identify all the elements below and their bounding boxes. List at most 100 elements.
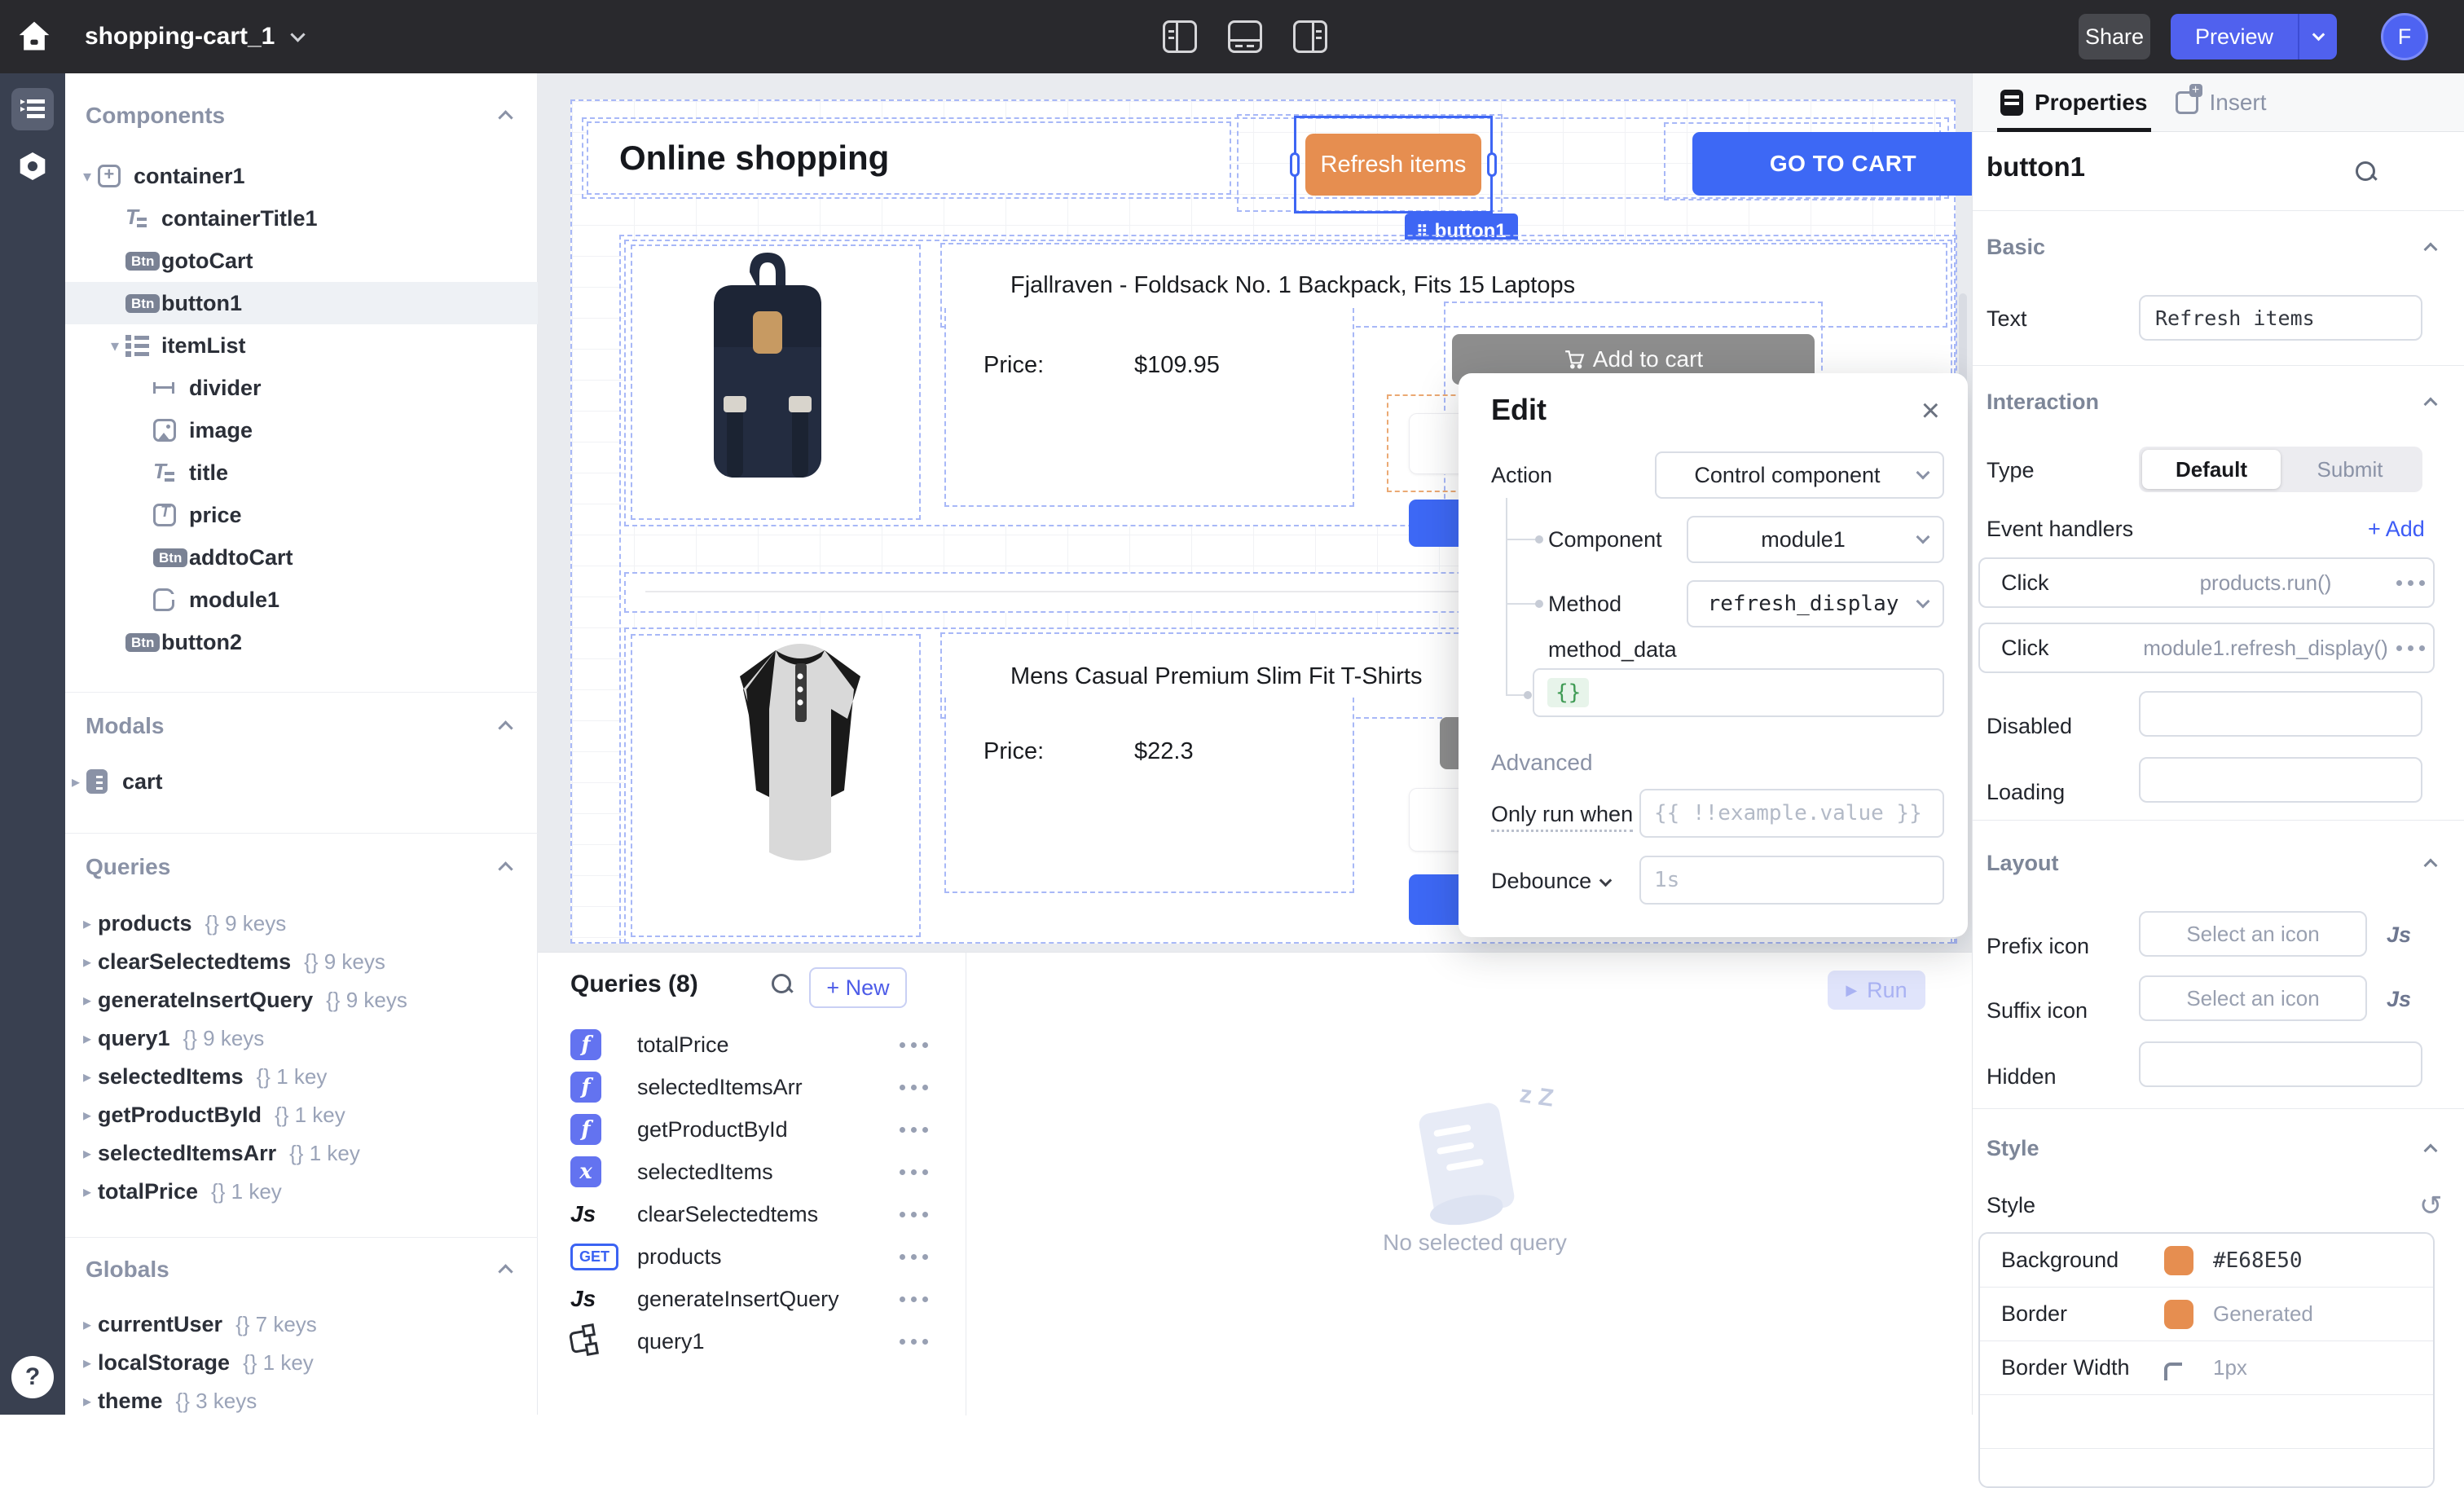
color-swatch[interactable] xyxy=(2164,1300,2193,1329)
tree-item[interactable]: image xyxy=(65,409,538,451)
avatar[interactable]: F xyxy=(2381,13,2428,60)
style-reset-icon[interactable]: ↺ xyxy=(2419,1190,2443,1222)
hidden-input[interactable] xyxy=(2139,1041,2422,1087)
disabled-input[interactable] xyxy=(2139,691,2422,737)
basic-collapse-icon[interactable] xyxy=(2424,243,2438,257)
help-icon[interactable]: ? xyxy=(11,1356,54,1398)
style-row-background[interactable]: Background #E68E50 xyxy=(1980,1234,2433,1288)
row-menu-icon[interactable] xyxy=(911,1127,917,1133)
type-submit-option[interactable]: Submit xyxy=(2281,450,2419,489)
state-hexagon-icon[interactable] xyxy=(11,145,54,187)
query-list-item[interactable]: Js clearSelectedtems xyxy=(538,1193,966,1235)
only-run-when-input[interactable]: {{ !!example.value }} xyxy=(1639,789,1944,838)
global-state-item[interactable]: ▸ localStorage {} 1 key xyxy=(65,1344,538,1382)
global-state-item[interactable]: ▸ currentUser {} 7 keys xyxy=(65,1305,538,1344)
method-select[interactable]: refresh_display xyxy=(1687,580,1944,627)
row-menu-icon[interactable] xyxy=(911,1339,917,1345)
modals-collapse-icon[interactable] xyxy=(498,720,513,735)
tree-item[interactable]: Btn button1 xyxy=(65,282,538,324)
go-to-cart-button[interactable]: GO TO CART xyxy=(1692,132,1972,196)
debounce-input[interactable]: 1s xyxy=(1639,856,1944,905)
suffix-js-toggle[interactable]: Js xyxy=(2387,987,2411,1012)
globals-collapse-icon[interactable] xyxy=(498,1264,513,1279)
event-handler-row[interactable]: Click products.run() xyxy=(1978,557,2435,608)
color-swatch[interactable] xyxy=(2164,1246,2193,1275)
component-tree-icon[interactable] xyxy=(11,88,54,130)
tree-item[interactable]: divider xyxy=(65,367,538,409)
query-list-item[interactable]: x selectedItems xyxy=(538,1151,966,1193)
tree-item[interactable]: Btn gotoCart xyxy=(65,240,538,282)
row-menu-icon[interactable] xyxy=(911,1296,917,1302)
query-list-item[interactable]: f getProductById xyxy=(538,1108,966,1151)
style-row-border-width[interactable]: Border Width 1px xyxy=(1980,1341,2433,1395)
queries-panel: Queries (8) + New f totalPrice f selecte… xyxy=(538,952,1972,1415)
row-menu-icon[interactable] xyxy=(911,1042,917,1048)
resize-handle-right[interactable] xyxy=(1487,152,1497,177)
new-query-button[interactable]: + New xyxy=(809,967,907,1008)
row-menu-icon[interactable] xyxy=(911,1254,917,1260)
modal-item-cart[interactable]: ▸ cart xyxy=(65,760,538,803)
query-list-item[interactable]: query1 xyxy=(538,1320,966,1363)
query-list-item[interactable]: Js generateInsertQuery xyxy=(538,1278,966,1320)
query-state-item[interactable]: ▸ generateInsertQuery {} 9 keys xyxy=(65,981,538,1019)
text-input[interactable]: Refresh items xyxy=(2139,295,2422,341)
toggle-left-panel-icon[interactable] xyxy=(1163,20,1197,53)
prefix-js-toggle[interactable]: Js xyxy=(2387,922,2411,948)
handler-menu-icon[interactable] xyxy=(2408,645,2413,651)
query-state-item[interactable]: ▸ products {} 9 keys xyxy=(65,905,538,943)
search-icon[interactable] xyxy=(2356,161,2377,183)
query-state-item[interactable]: ▸ clearSelectedtems {} 9 keys xyxy=(65,943,538,981)
home-icon[interactable] xyxy=(13,15,55,58)
type-segmented-control[interactable]: Default Submit xyxy=(2139,447,2422,492)
preview-button[interactable]: Preview xyxy=(2171,14,2337,59)
style-row-partial[interactable] xyxy=(1980,1395,2433,1449)
query-state-item[interactable]: ▸ selectedItemsArr {} 1 key xyxy=(65,1134,538,1173)
tab-insert[interactable]: Insert xyxy=(2176,73,2267,132)
tree-item[interactable]: module1 xyxy=(65,579,538,621)
event-handler-row[interactable]: Click module1.refresh_display() xyxy=(1978,623,2435,673)
query-list-item[interactable]: f selectedItemsArr xyxy=(538,1066,966,1108)
query-state-item[interactable]: ▸ totalPrice {} 1 key xyxy=(65,1173,538,1211)
style-row-border[interactable]: Border Generated xyxy=(1980,1288,2433,1341)
add-handler-button[interactable]: + Add xyxy=(2368,517,2425,542)
refresh-items-button[interactable]: Refresh items xyxy=(1305,134,1481,196)
row-menu-icon[interactable] xyxy=(911,1085,917,1090)
tree-item[interactable]: containerTitle1 xyxy=(65,197,538,240)
type-default-option[interactable]: Default xyxy=(2142,450,2281,489)
share-button[interactable]: Share xyxy=(2079,14,2150,59)
preview-dropdown-icon[interactable] xyxy=(2299,34,2337,39)
component-select[interactable]: module1 xyxy=(1687,516,1944,563)
query-state-item[interactable]: ▸ query1 {} 9 keys xyxy=(65,1019,538,1058)
tree-item[interactable]: Btn button2 xyxy=(65,621,538,663)
action-select[interactable]: Control component xyxy=(1655,451,1944,499)
tree-item[interactable]: price xyxy=(65,494,538,536)
prefix-icon-select[interactable]: Select an icon xyxy=(2139,911,2367,957)
resize-handle-left[interactable] xyxy=(1290,152,1300,177)
interaction-collapse-icon[interactable] xyxy=(2424,398,2438,412)
style-collapse-icon[interactable] xyxy=(2424,1144,2438,1158)
tree-item[interactable]: title xyxy=(65,451,538,494)
app-title-chevron-icon[interactable] xyxy=(291,27,306,42)
method-data-input[interactable]: {} xyxy=(1533,668,1944,717)
toggle-right-panel-icon[interactable] xyxy=(1293,20,1327,53)
queries-collapse-icon[interactable] xyxy=(498,861,513,876)
loading-input[interactable] xyxy=(2139,757,2422,803)
handler-menu-icon[interactable] xyxy=(2408,580,2413,586)
query-state-item[interactable]: ▸ selectedItems {} 1 key xyxy=(65,1058,538,1096)
tree-item[interactable]: ▾ container1 xyxy=(65,155,538,197)
tree-item[interactable]: ▾ itemList xyxy=(65,324,538,367)
close-icon[interactable]: × xyxy=(1921,393,1940,429)
query-list-item[interactable]: f totalPrice xyxy=(538,1024,966,1066)
row-menu-icon[interactable] xyxy=(911,1212,917,1217)
query-list-item[interactable]: GET products xyxy=(538,1235,966,1278)
layout-collapse-icon[interactable] xyxy=(2424,859,2438,873)
suffix-icon-select[interactable]: Select an icon xyxy=(2139,975,2367,1021)
run-button[interactable]: ▶Run xyxy=(1828,971,1925,1010)
toggle-bottom-panel-icon[interactable] xyxy=(1228,20,1262,53)
row-menu-icon[interactable] xyxy=(911,1169,917,1175)
tree-item[interactable]: Btn addtoCart xyxy=(65,536,538,579)
tab-properties[interactable]: Properties xyxy=(2000,73,2148,132)
query-state-item[interactable]: ▸ getProductById {} 1 key xyxy=(65,1096,538,1134)
components-collapse-icon[interactable] xyxy=(498,110,513,125)
search-icon[interactable] xyxy=(772,974,793,995)
